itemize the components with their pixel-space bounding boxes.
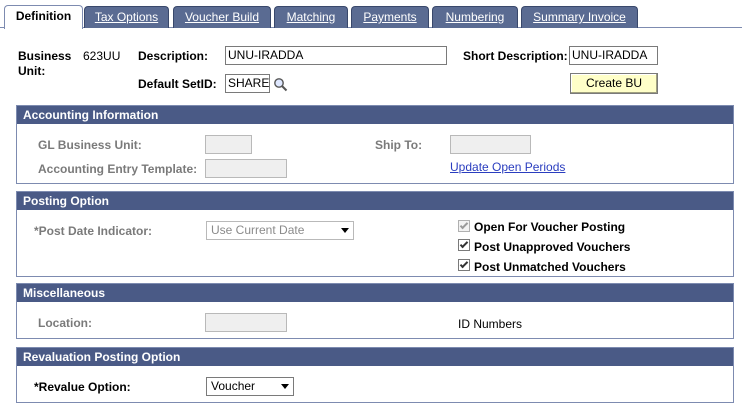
post-unapproved-vouchers-label: Post Unapproved Vouchers <box>474 240 631 254</box>
business-unit-value: 623UU <box>83 49 121 63</box>
revalue-option-value: Voucher <box>211 379 256 393</box>
create-bu-button[interactable]: Create BU <box>570 73 658 94</box>
revaluation-posting-option-header: Revaluation Posting Option <box>17 348 733 366</box>
location-field <box>205 313 287 332</box>
short-description-field[interactable]: UNU-IRADDA <box>569 46 658 65</box>
open-for-voucher-posting-checkbox <box>458 220 470 232</box>
tab-bar: Definition Tax Options Voucher Build Mat… <box>0 0 742 29</box>
revalue-option-select[interactable]: Voucher <box>206 377 294 396</box>
revaluation-posting-option-section: Revaluation Posting Option <box>16 347 734 403</box>
tab-numbering[interactable]: Numbering <box>432 6 518 28</box>
post-date-indicator-value: Use Current Date <box>211 223 305 237</box>
default-setid-field[interactable]: SHARE <box>225 74 270 93</box>
tab-voucher-build[interactable]: Voucher Build <box>173 6 271 28</box>
post-unmatched-vouchers-checkbox[interactable] <box>458 259 470 271</box>
tab-payments[interactable]: Payments <box>351 6 429 28</box>
short-description-label: Short Description: <box>463 49 568 63</box>
description-label: Description: <box>138 49 209 63</box>
location-label: Location: <box>38 316 92 330</box>
business-unit-label-line2: Unit: <box>18 64 46 78</box>
ship-to-label: Ship To: <box>375 138 423 152</box>
posting-option-header: Posting Option <box>17 192 733 210</box>
chevron-down-icon <box>341 228 349 233</box>
tab-tax-options[interactable]: Tax Options <box>84 6 169 28</box>
chevron-down-icon <box>281 384 289 389</box>
default-setid-label: Default SetID: <box>138 77 217 91</box>
description-field[interactable]: UNU-IRADDA <box>225 46 447 65</box>
gl-business-unit-label: GL Business Unit: <box>38 138 142 152</box>
revalue-option-label: *Revalue Option: <box>34 380 131 394</box>
accounting-entry-template-field <box>205 159 287 178</box>
tab-summary-invoice[interactable]: Summary Invoice <box>521 6 638 28</box>
post-unapproved-vouchers-checkbox[interactable] <box>458 239 470 251</box>
lookup-magnifier-icon[interactable] <box>273 77 288 92</box>
post-unmatched-vouchers-label: Post Unmatched Vouchers <box>474 260 626 274</box>
miscellaneous-header: Miscellaneous <box>17 284 733 302</box>
business-unit-label-line1: Business <box>18 49 72 63</box>
ship-to-field <box>450 135 531 154</box>
accounting-entry-template-label: Accounting Entry Template: <box>38 162 198 176</box>
post-date-indicator-label: *Post Date Indicator: <box>34 224 153 238</box>
tab-matching[interactable]: Matching <box>274 6 348 28</box>
accounting-information-header: Accounting Information <box>17 106 733 124</box>
update-open-periods-link[interactable]: Update Open Periods <box>450 160 565 174</box>
gl-business-unit-field <box>205 135 252 154</box>
open-for-voucher-posting-label: Open For Voucher Posting <box>474 220 626 234</box>
id-numbers-label: ID Numbers <box>458 317 523 331</box>
post-date-indicator-select: Use Current Date <box>206 221 354 240</box>
tab-definition[interactable]: Definition <box>4 5 83 29</box>
miscellaneous-section: Miscellaneous <box>16 283 734 339</box>
